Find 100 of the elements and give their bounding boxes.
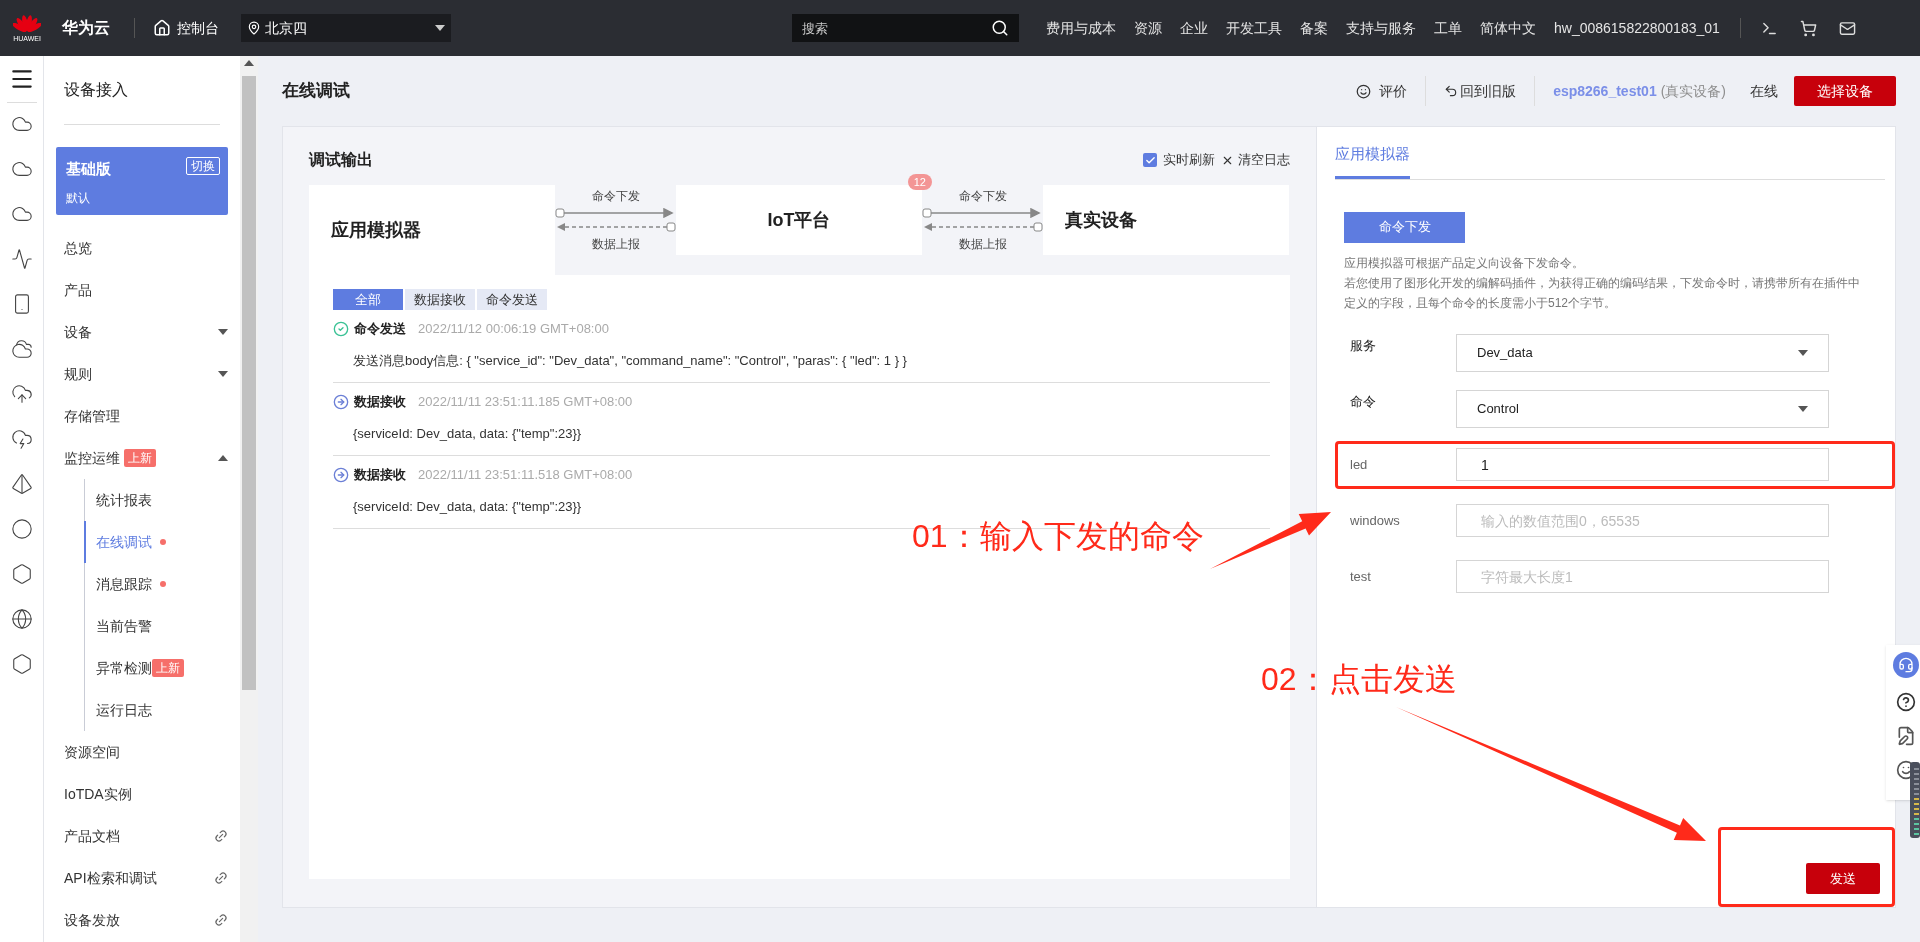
select-value: Dev_data [1477, 343, 1534, 362]
menu-link[interactable]: 工单 [1434, 17, 1462, 39]
globe-icon[interactable] [10, 608, 33, 630]
menu-link[interactable]: 开发工具 [1226, 17, 1282, 39]
page-title: 在线调试 [282, 80, 351, 103]
sidebar-item[interactable]: 监控运维 上新 [44, 437, 240, 479]
filter-tab[interactable]: 数据接收 [405, 289, 475, 310]
region-select[interactable]: 北京四 [241, 14, 451, 42]
input-field[interactable]: 输入的数值范围0，65535 [1456, 504, 1829, 537]
command-button[interactable]: 命令下发 [1344, 211, 1465, 243]
log-time: 2022/11/12 00:06:19 GMT+08:00 [418, 320, 609, 338]
annotation-text: 01：输入下发的命令 [912, 517, 1204, 556]
flow-node[interactable]: 应用模拟器 [309, 185, 555, 275]
item-label: 产品 [64, 280, 92, 300]
caret-icon [218, 371, 228, 377]
flow-node[interactable]: IoT平台 [676, 185, 922, 255]
input-field[interactable]: 字符最大长度1 [1456, 560, 1829, 593]
sidebar-item[interactable]: 规则 [44, 353, 240, 395]
field-label: 服务 [1350, 336, 1377, 355]
menu-link[interactable]: 简体中文 [1480, 17, 1536, 39]
switch-button[interactable]: 切换 [186, 157, 220, 175]
sidebar-subitem[interactable]: 统计报表 [84, 479, 240, 521]
cart-icon[interactable] [1799, 19, 1817, 37]
cloud-icon[interactable] [10, 428, 33, 450]
sidebar-subitem[interactable]: 当前告警 [84, 605, 240, 647]
menu-link[interactable]: 企业 [1180, 17, 1208, 39]
menu-link[interactable]: 备案 [1300, 17, 1328, 39]
refresh-checkbox[interactable] [1143, 153, 1157, 167]
cloud-upload-icon[interactable] [10, 383, 33, 405]
sidebar-item[interactable]: 总览 [44, 227, 240, 269]
pyramid-icon[interactable] [10, 473, 33, 495]
section-title: 调试输出 [309, 150, 374, 170]
link-label: 数据上报 [591, 236, 640, 253]
console-link[interactable]: 控制台 [153, 17, 219, 39]
menu-link[interactable]: 支持与服务 [1346, 17, 1416, 39]
region-value: 北京四 [265, 18, 308, 38]
sidebar-item[interactable]: 产品 [44, 269, 240, 311]
help-icon[interactable] [1896, 692, 1916, 712]
pin-icon [247, 21, 261, 35]
sidebar-item[interactable]: IoTDA实例 [44, 773, 240, 815]
hexagon-icon[interactable] [10, 563, 33, 585]
sidebar-item[interactable]: 设备发放 [44, 899, 240, 941]
sidebar-item[interactable]: 设备 [44, 311, 240, 353]
scrollbar[interactable] [240, 56, 258, 942]
hexagon-icon[interactable] [10, 653, 33, 675]
caret-icon [218, 455, 228, 461]
scrollbar-thumb[interactable] [242, 76, 256, 690]
description-text: 应用模拟器可根据产品定义向设备下发命令。 [1344, 254, 1585, 272]
edition-card[interactable]: 基础版 切换 默认 [56, 147, 228, 215]
link-label: 命令下发 [958, 188, 1007, 205]
search-field[interactable]: 搜索 [792, 14, 1019, 42]
wave-icon[interactable] [10, 248, 33, 270]
link-label: 数据上报 [958, 236, 1007, 253]
flow-node[interactable]: 真实设备 [1043, 185, 1289, 255]
select-device-button[interactable]: 选择设备 [1794, 76, 1896, 106]
sidebar-subitem[interactable]: 消息跟踪 [84, 563, 240, 605]
circle-icon[interactable] [10, 518, 33, 540]
logo-icon [13, 13, 41, 34]
item-label: API检索和调试 [64, 868, 157, 888]
menu-link[interactable]: 资源 [1134, 17, 1162, 39]
input-field[interactable]: 1 [1456, 448, 1829, 481]
user-name[interactable]: hw_008615822800183_01 [1554, 17, 1720, 39]
menu-link[interactable]: 费用与成本 [1046, 17, 1116, 39]
brand-name: 华为云 [62, 18, 110, 38]
send-button[interactable]: 发送 [1806, 863, 1880, 894]
select-field[interactable]: Control [1456, 389, 1829, 428]
description-text: 若您使用了图形化开发的编解码插件，为获得正确的编码结果，下发命令时，请携带所有在插件中定义的字段，且每个命令的长度需小于512个字节。 [1344, 274, 1861, 312]
log-body: {serviceId: Dev_data, data: {"temp":23}} [353, 497, 583, 516]
annotation-text: 02：点击发送 [1261, 660, 1457, 699]
edition-name: 基础版 [66, 160, 111, 177]
sidebar-item[interactable]: 产品文档 [44, 815, 240, 857]
sidebar-item[interactable]: 资源空间 [44, 731, 240, 773]
log-body: 发送消息body信息: { "service_id": "Dev_data", "command_name": "Control", "paras": { "led": 1 } } [353, 351, 908, 370]
clear-log-button[interactable]: 清空日志 [1221, 150, 1290, 170]
edition-sub: 默认 [66, 190, 91, 207]
headset-icon[interactable] [1893, 652, 1919, 678]
item-label: 消息跟踪 [96, 574, 152, 594]
cloud-icon[interactable] [10, 338, 33, 360]
sidebar-subitem[interactable]: 运行日志 [84, 689, 240, 731]
item-label: 设备 [64, 322, 92, 342]
filter-tab[interactable]: 命令发送 [477, 289, 547, 310]
caret-icon [1798, 349, 1808, 356]
old-version-button[interactable]: 回到旧版 [1444, 80, 1517, 102]
rate-button[interactable]: 评价 [1356, 80, 1408, 102]
new-badge: 上新 [124, 449, 156, 467]
mail-icon[interactable] [1838, 19, 1856, 37]
field-label: led [1350, 455, 1369, 474]
simulator-tab[interactable]: 应用模拟器 [1335, 127, 1410, 179]
sidebar-item[interactable]: 存储管理 [44, 395, 240, 437]
sidebar-subitem[interactable]: 异常检测 上新 [84, 647, 240, 689]
item-label: 存储管理 [64, 406, 120, 426]
filter-tab[interactable]: 全部 [333, 289, 403, 310]
note-icon[interactable] [1896, 726, 1916, 746]
select-field[interactable]: Dev_data [1456, 333, 1829, 372]
sidebar-item[interactable]: API检索和调试 [44, 857, 240, 899]
device-type: (真实设备) [1660, 81, 1726, 101]
item-label: 统计报表 [96, 490, 152, 510]
log-time: 2022/11/11 23:51:11.518 GMT+08:00 [418, 466, 633, 484]
item-label: 设备发放 [64, 910, 120, 930]
item-label: IoTDA实例 [64, 784, 132, 804]
